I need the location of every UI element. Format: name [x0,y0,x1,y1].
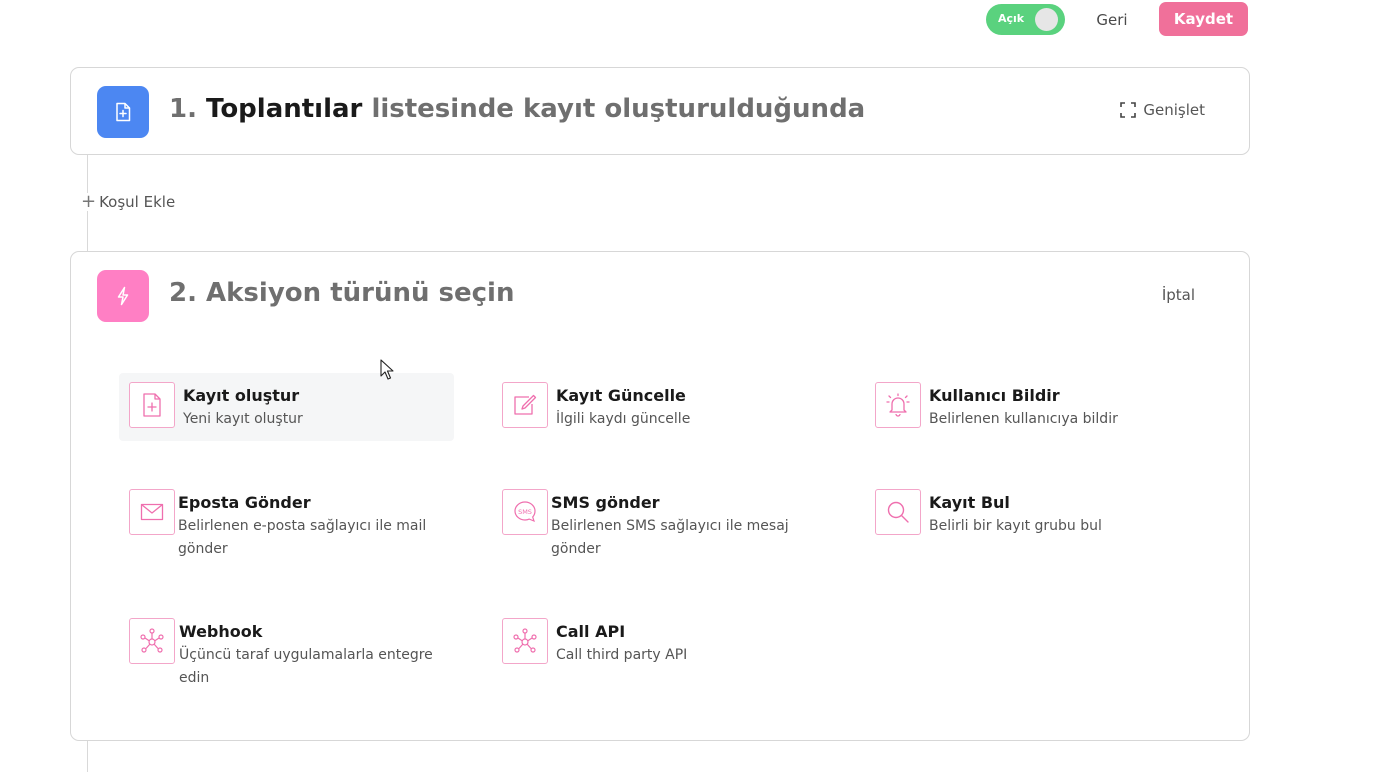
option-desc: İlgili kaydı güncelle [556,411,691,427]
option-title: Call API [556,622,626,641]
toggle-label: Açık [998,12,1025,25]
toggle-knob [1035,8,1058,31]
action-title: 2. Aksiyon türünü seçin [169,278,515,308]
option-update-record[interactable]: Kayıt Güncelle İlgili kaydı güncelle [502,382,832,431]
option-create-record[interactable]: Kayıt oluştur Yeni kayıt oluştur [119,373,454,441]
cancel-button[interactable]: İptal [1162,286,1195,304]
trigger-title-rest: listesinde kayıt oluşturulduğunda [371,94,866,124]
mouse-cursor-icon [380,359,394,380]
file-add-icon [129,382,175,428]
trigger-title: 1. Toplantılar listesinde kayıt oluşturu… [169,94,865,124]
mail-icon [129,489,175,535]
add-condition-label: Koşul Ekle [99,193,176,211]
search-icon [875,489,921,535]
option-desc: Belirlenen e-posta sağlayıcı ile mail gö… [178,518,427,557]
option-title: Kayıt Bul [929,493,1010,512]
option-notify-user[interactable]: Kullanıcı Bildir Belirlenen kullanıcıya … [875,382,1195,431]
expand-icon [1120,102,1137,118]
option-desc: Belirlenen kullanıcıya bildir [929,411,1118,427]
trigger-list-name[interactable]: Toplantılar [206,94,362,124]
plus-icon: + [81,191,97,212]
option-desc: Belirlenen SMS sağlayıcı ile mesaj gönde… [551,518,789,557]
add-condition-button[interactable]: + Koşul Ekle [81,191,180,212]
option-send-sms[interactable]: SMS SMS gönder Belirlenen SMS sağlayıcı … [502,489,822,561]
option-title: Webhook [179,622,263,641]
back-button[interactable]: Geri [1084,4,1140,35]
option-desc: Belirli bir kayıt grubu bul [929,518,1102,534]
option-desc: Yeni kayıt oluştur [183,411,303,427]
bell-icon [875,382,921,428]
option-title: Kayıt Güncelle [556,386,686,405]
option-find-record[interactable]: Kayıt Bul Belirli bir kayıt grubu bul [875,489,1195,538]
option-send-email[interactable]: Eposta Gönder Belirlenen e-posta sağlayı… [129,489,449,561]
file-add-icon [116,102,131,122]
save-button[interactable]: Kaydet [1159,2,1248,36]
active-toggle[interactable]: Açık [986,4,1065,35]
edit-icon [502,382,548,428]
option-desc: Call third party API [556,647,688,663]
webhook-icon [129,618,175,664]
trigger-card: 1. Toplantılar listesinde kayıt oluşturu… [70,67,1250,155]
action-card: 2. Aksiyon türünü seçin İptal Kayıt oluş… [70,251,1250,741]
option-title: Kayıt oluştur [183,386,300,405]
svg-text:SMS: SMS [518,508,532,516]
option-desc: Üçüncü taraf uygulamalarla entegre edin [179,647,433,686]
api-icon [502,618,548,664]
sms-icon: SMS [502,489,548,535]
option-call-api[interactable]: Call API Call third party API [502,618,822,667]
option-webhook[interactable]: Webhook Üçüncü taraf uygulamalarla enteg… [129,618,449,690]
expand-button[interactable]: Genişlet [1120,101,1205,119]
option-title: Kullanıcı Bildir [929,386,1060,405]
trigger-badge [97,86,149,138]
option-title: SMS gönder [551,493,660,512]
lightning-icon [117,286,129,306]
option-title: Eposta Gönder [178,493,311,512]
trigger-step: 1. [169,94,197,124]
expand-label: Genişlet [1143,101,1205,119]
action-badge [97,270,149,322]
